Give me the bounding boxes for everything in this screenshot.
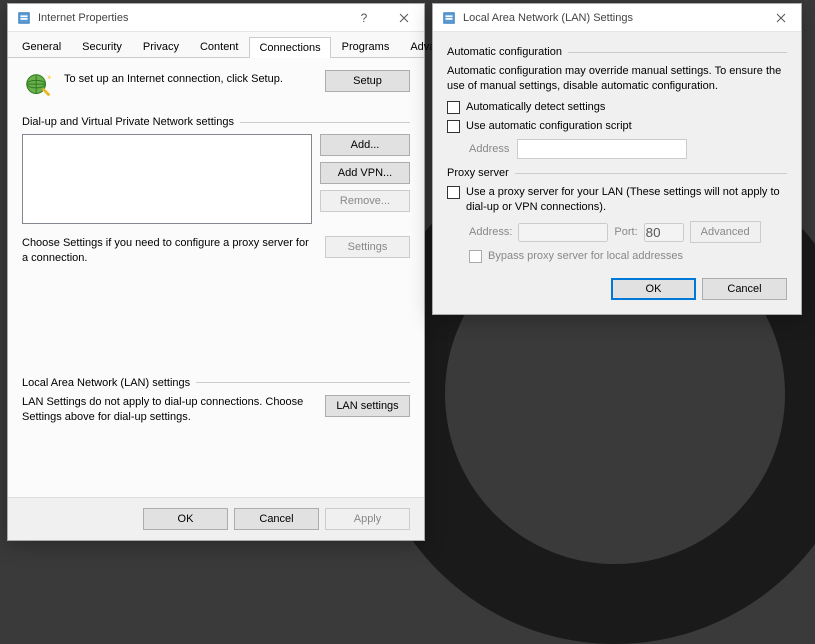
lan-description: LAN Settings do not apply to dial-up con…	[22, 395, 317, 426]
add-vpn-button[interactable]: Add VPN...	[320, 162, 410, 184]
lan-settings-dialog: Local Area Network (LAN) Settings Automa…	[432, 3, 802, 315]
window-title: Local Area Network (LAN) Settings	[463, 12, 761, 24]
dialup-list[interactable]	[22, 134, 312, 224]
help-button[interactable]: ?	[344, 4, 384, 32]
bypass-local-checkbox	[469, 250, 482, 263]
lan-settings-button[interactable]: LAN settings	[325, 395, 410, 417]
tab-general[interactable]: General	[12, 36, 71, 57]
settings-description: Choose Settings if you need to configure…	[22, 236, 317, 267]
globe-wand-icon	[22, 70, 54, 102]
lan-section-label: Local Area Network (LAN) settings	[22, 377, 190, 389]
cancel-button[interactable]: Cancel	[702, 278, 787, 300]
close-button[interactable]	[761, 4, 801, 32]
auto-config-description: Automatic configuration may override man…	[447, 64, 787, 94]
auto-detect-checkbox[interactable]	[447, 101, 460, 114]
script-address-input	[517, 139, 687, 159]
window-title: Internet Properties	[38, 12, 344, 24]
titlebar: Internet Properties ?	[8, 4, 424, 32]
control-panel-icon	[441, 10, 457, 26]
auto-detect-label: Automatically detect settings	[466, 100, 605, 115]
use-proxy-checkbox[interactable]	[447, 186, 460, 199]
close-button[interactable]	[384, 4, 424, 32]
internet-properties-dialog: Internet Properties ? General Security P…	[7, 3, 425, 541]
bypass-local-label: Bypass proxy server for local addresses	[488, 249, 683, 264]
control-panel-icon	[16, 10, 32, 26]
add-button[interactable]: Add...	[320, 134, 410, 156]
tab-programs[interactable]: Programs	[332, 36, 400, 57]
tab-connections[interactable]: Connections	[249, 37, 330, 58]
proxy-label: Proxy server	[447, 167, 509, 179]
proxy-address-label: Address:	[469, 226, 512, 238]
titlebar: Local Area Network (LAN) Settings	[433, 4, 801, 32]
tab-content[interactable]: Content	[190, 36, 249, 57]
script-address-label: Address	[469, 143, 509, 155]
dialog-footer: OK Cancel Apply	[8, 497, 424, 540]
proxy-advanced-button: Advanced	[690, 221, 761, 243]
apply-button: Apply	[325, 508, 410, 530]
use-proxy-label: Use a proxy server for your LAN (These s…	[466, 185, 787, 215]
settings-button: Settings	[325, 236, 410, 258]
setup-button[interactable]: Setup	[325, 70, 410, 92]
setup-description: To set up an Internet connection, click …	[64, 70, 325, 87]
tab-privacy[interactable]: Privacy	[133, 36, 189, 57]
proxy-port-input	[644, 223, 684, 242]
tab-content: To set up an Internet connection, click …	[8, 58, 424, 438]
tab-security[interactable]: Security	[72, 36, 132, 57]
remove-button: Remove...	[320, 190, 410, 212]
tab-strip: General Security Privacy Content Connect…	[8, 32, 424, 58]
auto-script-checkbox[interactable]	[447, 120, 460, 133]
auto-script-label: Use automatic configuration script	[466, 119, 632, 134]
proxy-port-label: Port:	[614, 226, 637, 238]
dialup-section-label: Dial-up and Virtual Private Network sett…	[22, 116, 234, 128]
auto-config-label: Automatic configuration	[447, 46, 562, 58]
ok-button[interactable]: OK	[143, 508, 228, 530]
ok-button[interactable]: OK	[611, 278, 696, 300]
proxy-address-input	[518, 223, 608, 242]
cancel-button[interactable]: Cancel	[234, 508, 319, 530]
